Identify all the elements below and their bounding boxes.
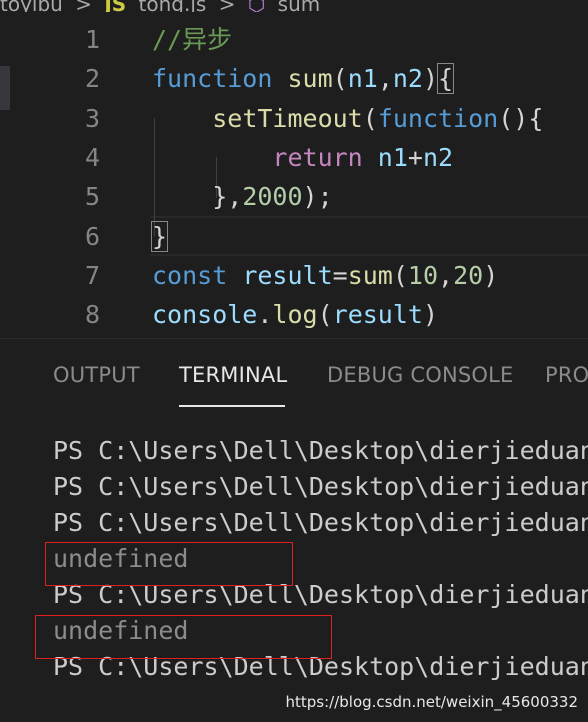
code-line[interactable]: 6} — [0, 217, 588, 256]
code-token: //异步 — [152, 25, 233, 54]
breadcrumb: toyibu > JS tong.js > ⬡ sum — [0, 0, 588, 12]
code-token: ( — [362, 103, 378, 133]
breadcrumb-folder[interactable]: toyibu — [0, 0, 63, 12]
breadcrumb-separator: > — [75, 0, 92, 12]
code-token: result — [332, 300, 423, 330]
code-text: const result=sum(10,20) — [152, 256, 498, 295]
code-token: ) — [422, 300, 439, 330]
line-number: 1 — [84, 25, 100, 54]
code-token: n2 — [422, 142, 454, 172]
code-token: console — [152, 300, 258, 330]
code-token: ) — [422, 64, 439, 94]
code-token: log — [272, 300, 318, 330]
code-token: function — [377, 103, 499, 133]
highlight-box — [45, 542, 293, 586]
tab-terminal[interactable]: TERMINAL — [179, 363, 287, 387]
code-text: },2000); — [152, 177, 333, 216]
code-token: ( — [332, 64, 348, 94]
code-token: = — [332, 260, 348, 290]
line-number: 2 — [84, 64, 100, 94]
tab-debug-console[interactable]: DEBUG CONSOLE — [327, 363, 514, 387]
code-token: } — [150, 220, 169, 252]
terminal-prompt-line: PS C:\Users\Dell\Desktop\dierjieduan — [53, 508, 588, 537]
code-token: const — [152, 260, 228, 290]
active-tab-indicator — [179, 405, 285, 407]
terminal-prompt-line: PS C:\Users\Dell\Desktop\dierjieduan — [53, 472, 588, 501]
code-token: ( — [317, 300, 333, 330]
code-text: } — [150, 217, 169, 256]
code-token: n1 — [377, 142, 408, 172]
code-token: ); — [302, 182, 333, 212]
watermark: https://blog.csdn.net/weixin_45600332 — [285, 693, 578, 711]
breadcrumb-separator: > — [218, 0, 236, 12]
terminal-prompt-line: PS C:\Users\Dell\Desktop\dierjieduan — [53, 436, 588, 465]
code-token: 2000 — [242, 182, 303, 212]
code-token: (){ — [498, 103, 544, 133]
breadcrumb-file[interactable]: tong.js — [139, 0, 207, 12]
code-text: setTimeout(function(){ — [152, 99, 543, 138]
panel-tabs: OUTPUT TERMINAL DEBUG CONSOLE PRO — [0, 339, 588, 409]
line-number: 3 — [84, 103, 100, 133]
code-token: function — [152, 64, 273, 94]
code-token: { — [437, 63, 455, 95]
bottom-panel: OUTPUT TERMINAL DEBUG CONSOLE PRO PS C:\… — [0, 338, 588, 722]
code-token: 20 — [453, 260, 484, 290]
code-text: console.log(result) — [152, 295, 438, 334]
code-token: sum — [287, 64, 333, 94]
code-line[interactable]: 7 const result=sum(10,20) — [0, 256, 588, 295]
code-line[interactable]: 5 },2000); — [0, 177, 588, 216]
code-token: , — [438, 260, 454, 290]
code-token: setTimeout — [212, 103, 363, 133]
code-line[interactable]: 8 console.log(result) — [0, 295, 588, 334]
js-file-icon: JS — [104, 0, 127, 12]
breadcrumb-symbol[interactable]: sum — [278, 0, 321, 12]
line-number: 8 — [84, 300, 100, 330]
line-number: 7 — [84, 260, 100, 290]
code-line[interactable]: 4 return n1+n2 — [0, 138, 588, 177]
code-token: 10 — [407, 260, 439, 290]
code-token: , — [377, 64, 393, 94]
line-number: 4 — [84, 142, 100, 172]
code-token: + — [407, 142, 423, 172]
code-token: sum — [347, 260, 393, 290]
tab-problems[interactable]: PRO — [545, 363, 588, 387]
code-line[interactable]: 1 //异步 — [0, 20, 588, 59]
line-number: 6 — [84, 221, 100, 251]
cube-icon: ⬡ — [247, 0, 266, 12]
tab-output[interactable]: OUTPUT — [53, 363, 140, 387]
code-text: //异步 — [152, 20, 232, 59]
code-text: function sum(n1,n2){ — [152, 59, 455, 98]
code-token: n2 — [392, 64, 423, 94]
code-line[interactable]: 3 setTimeout(function(){ — [0, 99, 588, 138]
code-token: }, — [152, 182, 243, 212]
highlight-box — [35, 615, 332, 659]
code-line[interactable]: 2 function sum(n1,n2){ — [0, 59, 588, 98]
code-text: return n1+n2 — [152, 138, 453, 177]
code-token: n1 — [347, 64, 378, 94]
code-token: result — [242, 260, 333, 290]
code-token: ( — [392, 260, 408, 290]
code-token: . — [257, 300, 273, 330]
code-token: return — [272, 142, 363, 172]
line-number: 5 — [84, 182, 100, 212]
code-editor[interactable]: 1//异步 2 function sum(n1,n2){3 setTimeout(f… — [0, 20, 588, 338]
code-token: ) — [483, 260, 499, 290]
